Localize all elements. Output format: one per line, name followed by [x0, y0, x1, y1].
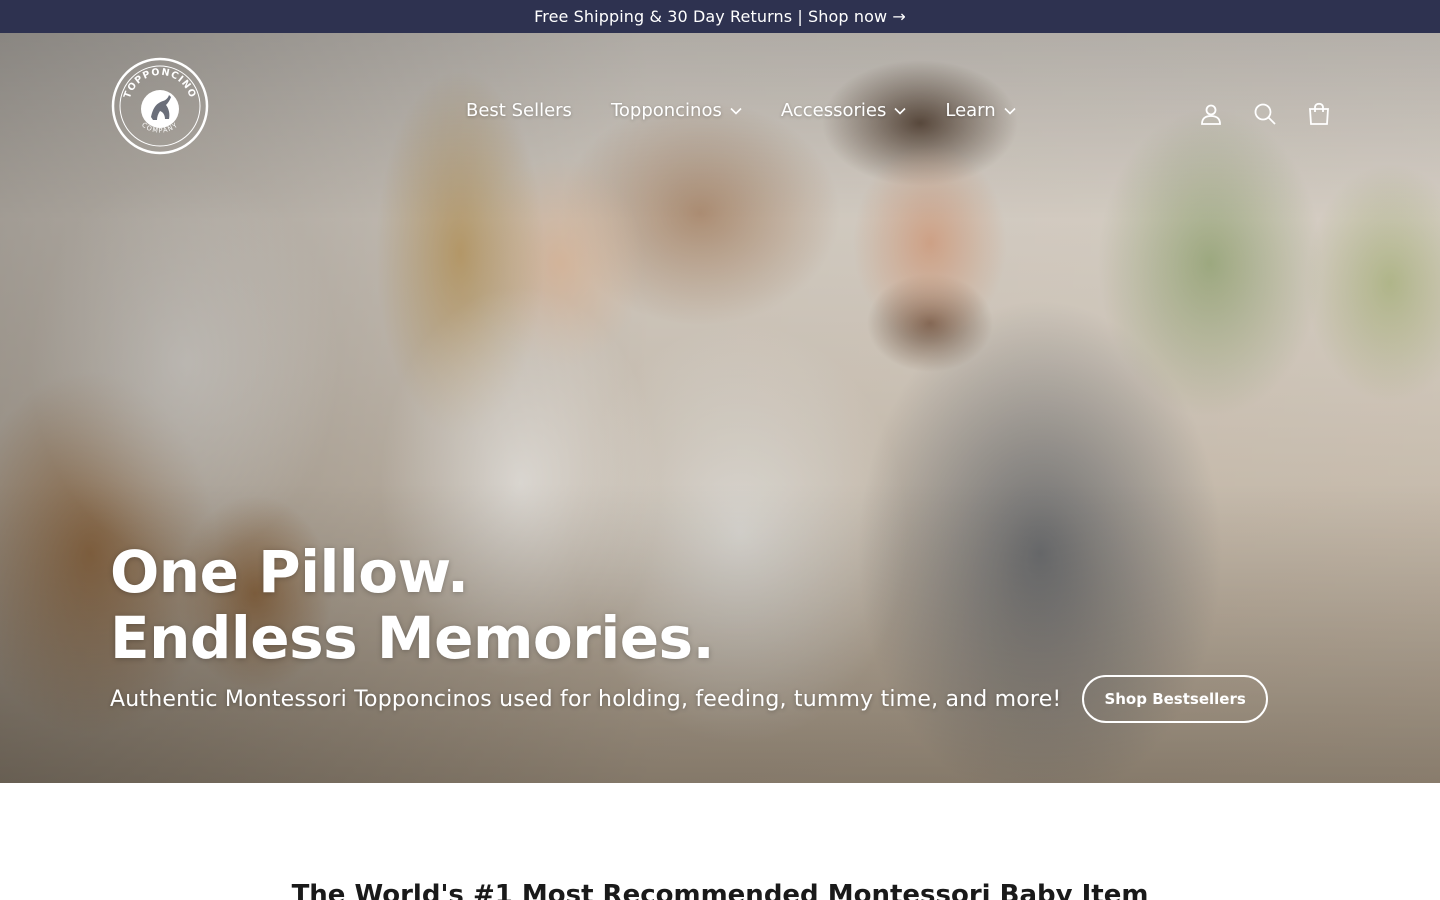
- chevron-down-icon: [894, 107, 906, 115]
- account-button[interactable]: [1198, 101, 1224, 127]
- nav-best-sellers[interactable]: Best Sellers: [466, 100, 572, 121]
- hero-banner: TOPPONCINO COMPANY Best Sellers Topponci…: [0, 33, 1440, 783]
- search-button[interactable]: [1252, 101, 1278, 127]
- chevron-down-icon: [1004, 107, 1016, 115]
- nav-accessories-label: Accessories: [780, 100, 887, 121]
- nav-learn[interactable]: Learn: [945, 100, 1016, 121]
- nav-best-sellers-label: Best Sellers: [466, 100, 572, 121]
- chevron-down-icon: [730, 107, 742, 115]
- cart-icon: [1309, 102, 1329, 125]
- main-nav: Best Sellers Topponcinos Accessories Lea…: [466, 100, 1016, 121]
- hero-subtitle: Authentic Montessori Topponcinos used fo…: [110, 686, 1062, 712]
- hero-title-line1: One Pillow.: [110, 538, 469, 606]
- nav-topponcinos[interactable]: Topponcinos: [611, 100, 742, 121]
- nav-learn-label: Learn: [945, 100, 996, 121]
- hero-subtitle-row: Authentic Montessori Topponcinos used fo…: [110, 675, 1268, 723]
- site-logo[interactable]: TOPPONCINO COMPANY: [111, 57, 209, 155]
- logo-badge-icon: TOPPONCINO COMPANY: [111, 57, 209, 155]
- announcement-link[interactable]: Free Shipping & 30 Day Returns | Shop no…: [534, 7, 906, 26]
- announcement-bar: Free Shipping & 30 Day Returns | Shop no…: [0, 0, 1440, 33]
- user-icon: [1201, 104, 1221, 125]
- cart-button[interactable]: [1306, 101, 1332, 127]
- nav-accessories[interactable]: Accessories: [781, 100, 907, 121]
- header-actions: [1198, 101, 1332, 127]
- shop-bestsellers-button[interactable]: Shop Bestsellers: [1082, 675, 1268, 723]
- hero-title-line2: Endless Memories.: [110, 604, 715, 672]
- search-icon: [1254, 103, 1276, 125]
- section-heading: The World's #1 Most Recommended Montesso…: [291, 880, 1149, 900]
- nav-topponcinos-label: Topponcinos: [610, 100, 722, 121]
- hero-heading: One Pillow. Endless Memories.: [110, 538, 715, 672]
